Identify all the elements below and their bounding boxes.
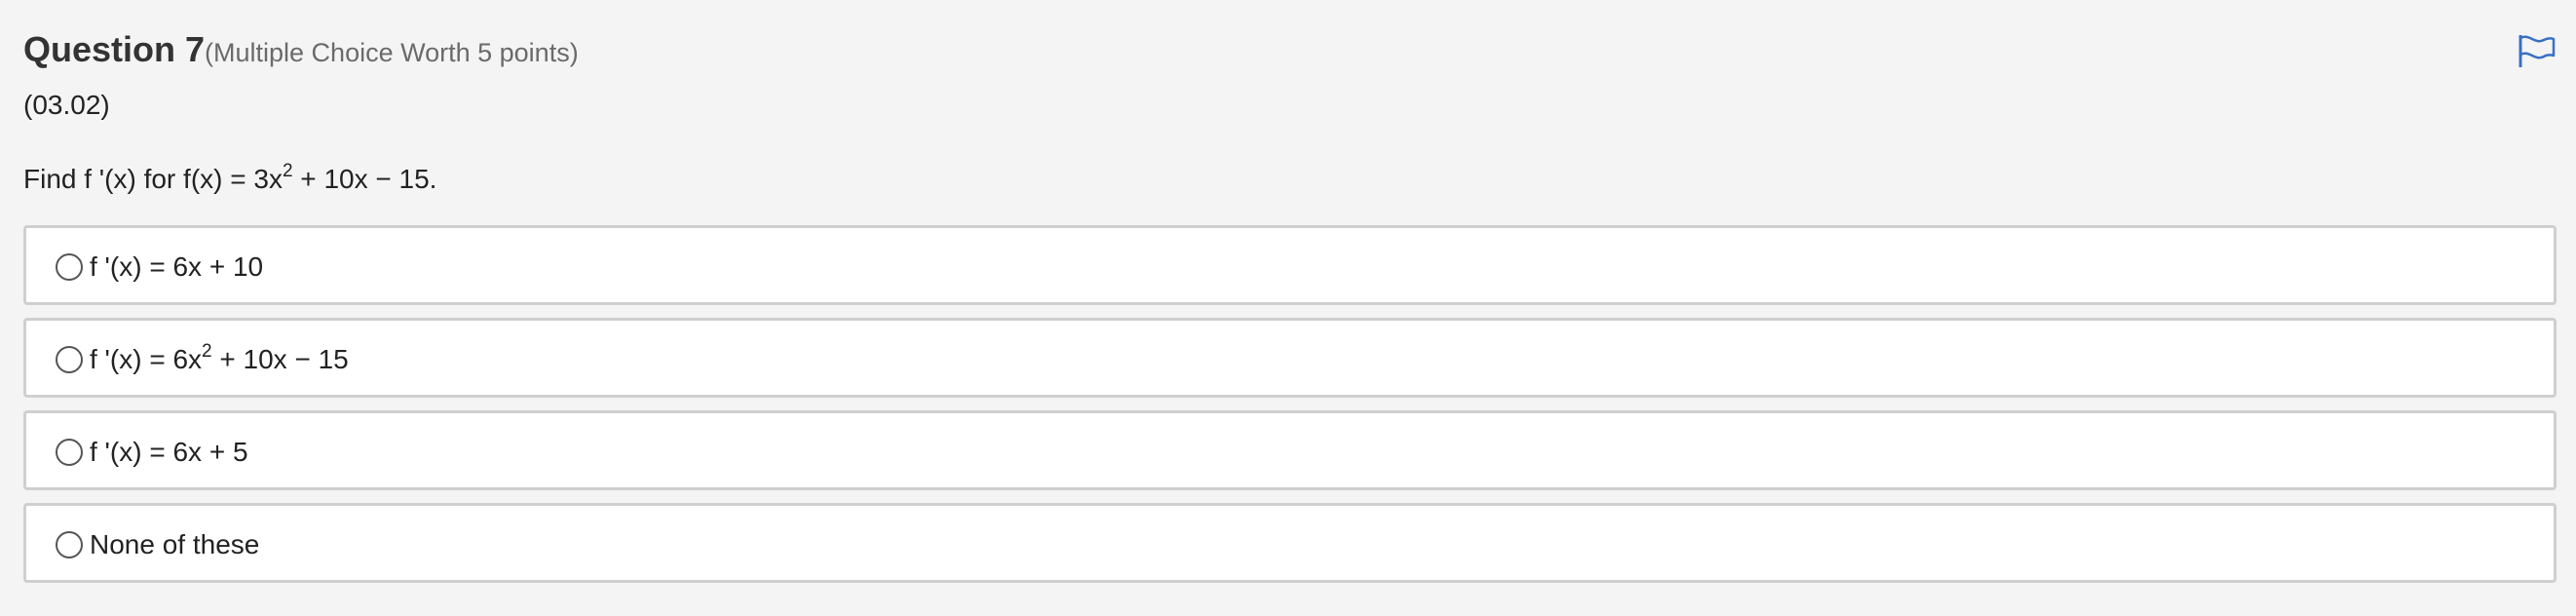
option-exponent: 2 <box>202 341 212 362</box>
question-header: Question 7(Multiple Choice Worth 5 point… <box>23 29 579 70</box>
option-text-before: None of these <box>90 529 260 559</box>
question-title: Question 7 <box>23 29 206 69</box>
radio-button[interactable] <box>56 439 83 466</box>
prompt-exponent: 2 <box>282 161 293 181</box>
radio-button[interactable] <box>56 346 83 373</box>
radio-button[interactable] <box>56 253 83 281</box>
answer-option-3[interactable]: f '(x) = 6x + 5 <box>23 410 2557 490</box>
option-text-before: f '(x) = 6x + 10 <box>90 251 264 282</box>
option-text-before: f '(x) = 6x + 5 <box>90 437 248 467</box>
question-prompt: Find f '(x) for f(x) = 3x2 + 10x − 15. <box>23 161 437 195</box>
option-text-before: f '(x) = 6x <box>90 344 203 374</box>
answer-option-label: None of these <box>90 529 259 560</box>
question-page: Question 7(Multiple Choice Worth 5 point… <box>0 0 2576 616</box>
answer-option-1[interactable]: f '(x) = 6x + 10 <box>23 225 2557 305</box>
radio-button[interactable] <box>56 531 83 558</box>
question-worth: (Multiple Choice Worth 5 points) <box>205 38 579 67</box>
option-text-after: + 10x − 15 <box>211 344 349 374</box>
question-code: (03.02) <box>23 90 110 120</box>
answer-option-label: f '(x) = 6x + 5 <box>90 437 248 468</box>
answer-option-label: f '(x) = 6x + 10 <box>90 251 263 283</box>
prompt-text-before: Find f '(x) for f(x) = 3x <box>23 164 283 194</box>
answer-option-label: f '(x) = 6x2 + 10x − 15 <box>90 341 349 375</box>
prompt-text-after: + 10x − 15. <box>292 164 437 194</box>
flag-icon[interactable] <box>2518 33 2557 68</box>
answer-option-2[interactable]: f '(x) = 6x2 + 10x − 15 <box>23 318 2557 398</box>
answer-option-4[interactable]: None of these <box>23 503 2557 583</box>
answer-options: f '(x) = 6x + 10 f '(x) = 6x2 + 10x − 15… <box>23 225 2557 596</box>
